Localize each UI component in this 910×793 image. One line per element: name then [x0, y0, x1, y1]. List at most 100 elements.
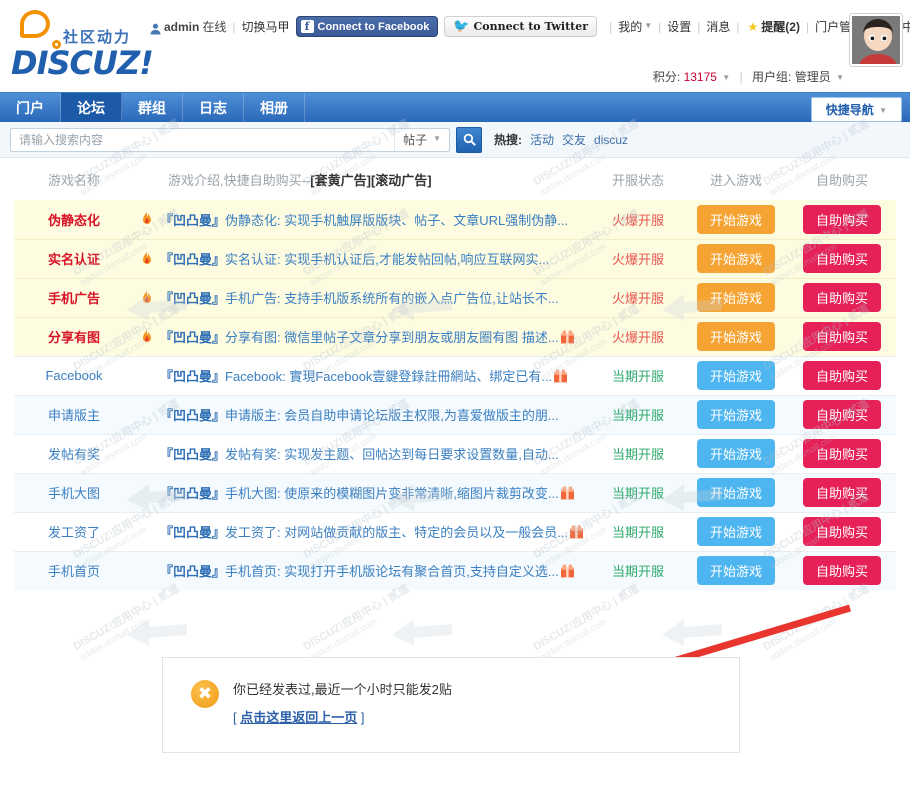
start-game-button[interactable]: 开始游戏: [697, 244, 775, 273]
back-to-previous-page-link[interactable]: 点击这里返回上一页: [240, 710, 357, 725]
connect-twitter-button[interactable]: 🐦 Connect to Twitter: [444, 16, 597, 37]
cell-game-name[interactable]: 手机广告: [14, 278, 134, 317]
cell-game-name[interactable]: 发工资了: [14, 512, 134, 551]
start-game-button[interactable]: 开始游戏: [697, 283, 775, 312]
game-name-link[interactable]: 手机广告: [48, 291, 100, 306]
chevron-down-icon[interactable]: ▼: [722, 73, 730, 82]
self-purchase-button[interactable]: 自助购买: [803, 283, 881, 312]
cell-game-name[interactable]: 手机首页: [14, 551, 134, 590]
table-row[interactable]: 申请版主 『凹凸曼』申请版主: 会员自助申请论坛版主权限,为喜爱做版主的朋... 当…: [14, 395, 896, 434]
status-badge: 当期开服: [612, 408, 664, 423]
quick-nav-button[interactable]: 快捷导航 ▼: [811, 97, 902, 122]
cell-description[interactable]: 『凹凸曼』手机大图: 使原来的模糊图片变非常清晰,缩图片裁剪改变...: [160, 473, 592, 512]
cell-flame: [134, 239, 160, 278]
score-label: 积分:: [653, 70, 680, 84]
nav-item-0[interactable]: 门户: [0, 93, 61, 122]
game-name-link[interactable]: 发帖有奖: [48, 447, 100, 462]
cell-game-name[interactable]: 发帖有奖: [14, 434, 134, 473]
start-game-button[interactable]: 开始游戏: [697, 361, 775, 390]
hot-item-2[interactable]: discuz: [594, 133, 628, 147]
gift-icon: [560, 330, 575, 344]
cell-game-name[interactable]: 伪静态化: [14, 200, 134, 239]
game-list-table: 游戏名称 游戏介绍,快捷自助购买--[套黄广告][滚动广告] 开服状态 进入游戏…: [14, 158, 896, 590]
watermark-line1: DISCUZ!应用中心 | 贰道: [532, 583, 642, 653]
game-name-link[interactable]: 申请版主: [48, 408, 100, 423]
cell-description[interactable]: 『凹凸曼』手机首页: 实现打开手机版论坛有聚合首页,支持自定义选...: [160, 551, 592, 590]
start-game-button[interactable]: 开始游戏: [697, 205, 775, 234]
nav-item-1[interactable]: 论坛: [61, 93, 122, 122]
self-purchase-button[interactable]: 自助购买: [803, 439, 881, 468]
username-label: admin: [164, 20, 199, 34]
chevron-down-icon[interactable]: ▼: [836, 73, 844, 82]
cell-description[interactable]: 『凹凸曼』实名认证: 实现手机认证后,才能发帖回帖,响应互联网实...: [160, 239, 592, 278]
watermark-line1: DISCUZ!应用中心 | 贰道: [72, 583, 182, 653]
cell-play: 开始游戏: [684, 473, 788, 512]
cell-description[interactable]: 『凹凸曼』分享有图: 微信里帖子文章分享到朋友或朋友圈有图 描述...: [160, 317, 592, 356]
self-purchase-button[interactable]: 自助购买: [803, 205, 881, 234]
cell-description[interactable]: 『凹凸曼』发工资了: 对网站做贡献的版主、特定的会员以及一般会员...: [160, 512, 592, 551]
cell-play: 开始游戏: [684, 200, 788, 239]
self-purchase-button[interactable]: 自助购买: [803, 400, 881, 429]
cell-flame: [134, 512, 160, 551]
settings-link[interactable]: 设置: [667, 18, 691, 35]
avatar[interactable]: [850, 14, 902, 66]
search-button[interactable]: [456, 127, 482, 153]
discuz-logo[interactable]: 社区动力 DISCUZ!: [8, 8, 148, 80]
cell-description[interactable]: 『凹凸曼』Facebook: 實現Facebook壹鍵登錄註冊網站、绑定已有..…: [160, 356, 592, 395]
self-purchase-button[interactable]: 自助购买: [803, 244, 881, 273]
switch-account-link[interactable]: 切换马甲: [241, 18, 289, 35]
self-purchase-button[interactable]: 自助购买: [803, 322, 881, 351]
col-header-desc: 游戏介绍,快捷自助购买--[套黄广告][滚动广告]: [160, 158, 592, 200]
nav-item-4[interactable]: 相册: [244, 93, 305, 122]
cell-description[interactable]: 『凹凸曼』申请版主: 会员自助申请论坛版主权限,为喜爱做版主的朋...: [160, 395, 592, 434]
my-menu-link[interactable]: 我的: [618, 18, 642, 35]
hot-item-0[interactable]: 活动: [530, 131, 554, 148]
status-badge: 火爆开服: [612, 252, 664, 267]
cell-game-name[interactable]: Facebook: [14, 356, 134, 395]
status-badge: 当期开服: [612, 564, 664, 579]
messages-link[interactable]: 消息: [706, 18, 730, 35]
self-purchase-button[interactable]: 自助购买: [803, 556, 881, 585]
game-name-link[interactable]: 伪静态化: [48, 213, 100, 228]
start-game-button[interactable]: 开始游戏: [697, 322, 775, 351]
game-name-link[interactable]: 发工资了: [48, 525, 100, 540]
search-input[interactable]: [11, 129, 394, 151]
self-purchase-button[interactable]: 自助购买: [803, 478, 881, 507]
self-purchase-button[interactable]: 自助购买: [803, 361, 881, 390]
game-name-link[interactable]: Facebook: [45, 368, 102, 383]
game-name-link[interactable]: 实名认证: [48, 252, 100, 267]
table-row[interactable]: 手机大图『凹凸曼』手机大图: 使原来的模糊图片变非常清晰,缩图片裁剪改变...当…: [14, 473, 896, 512]
connect-facebook-button[interactable]: f Connect to Facebook: [296, 16, 439, 37]
game-name-link[interactable]: 手机首页: [48, 564, 100, 579]
cell-game-name[interactable]: 实名认证: [14, 239, 134, 278]
table-row[interactable]: 发工资了『凹凸曼』发工资了: 对网站做贡献的版主、特定的会员以及一般会员...当…: [14, 512, 896, 551]
search-box[interactable]: 帖子 ▼: [10, 128, 450, 152]
table-row[interactable]: 发帖有奖『凹凸曼』发帖有奖: 实现发主题、回帖达到每日要求设置数量,自动...当…: [14, 434, 896, 473]
nav-item-3[interactable]: 日志: [183, 93, 244, 122]
game-name-link[interactable]: 手机大图: [48, 486, 100, 501]
game-name-link[interactable]: 分享有图: [48, 330, 100, 345]
start-game-button[interactable]: 开始游戏: [697, 400, 775, 429]
hot-item-1[interactable]: 交友: [562, 131, 586, 148]
start-game-button[interactable]: 开始游戏: [697, 439, 775, 468]
table-row[interactable]: 伪静态化 『凹凸曼』伪静态化: 实现手机触屏版版块、帖子、文章URL强制伪静...…: [14, 200, 896, 239]
table-row[interactable]: 手机广告『凹凸曼』手机广告: 支持手机版系统所有的嵌入点广告位,让站长不...火…: [14, 278, 896, 317]
cell-description[interactable]: 『凹凸曼』手机广告: 支持手机版系统所有的嵌入点广告位,让站长不...: [160, 278, 592, 317]
flame-icon: [140, 291, 154, 306]
notifications-link[interactable]: 提醒(2): [761, 18, 800, 35]
cell-game-name[interactable]: 申请版主: [14, 395, 134, 434]
cell-description[interactable]: 『凹凸曼』发帖有奖: 实现发主题、回帖达到每日要求设置数量,自动...: [160, 434, 592, 473]
table-row[interactable]: 手机首页 『凹凸曼』手机首页: 实现打开手机版论坛有聚合首页,支持自定义选... 当…: [14, 551, 896, 590]
cell-description[interactable]: 『凹凸曼』伪静态化: 实现手机触屏版版块、帖子、文章URL强制伪静...: [160, 200, 592, 239]
nav-item-2[interactable]: 群组: [122, 93, 183, 122]
search-type-select[interactable]: 帖子 ▼: [394, 129, 449, 151]
table-row[interactable]: 实名认证 『凹凸曼』实名认证: 实现手机认证后,才能发帖回帖,响应互联网实... 火…: [14, 239, 896, 278]
table-row[interactable]: Facebook 『凹凸曼』Facebook: 實現Facebook壹鍵登錄註冊網…: [14, 356, 896, 395]
cell-game-name[interactable]: 分享有图: [14, 317, 134, 356]
start-game-button[interactable]: 开始游戏: [697, 478, 775, 507]
start-game-button[interactable]: 开始游戏: [697, 556, 775, 585]
self-purchase-button[interactable]: 自助购买: [803, 517, 881, 546]
table-row[interactable]: 分享有图『凹凸曼』分享有图: 微信里帖子文章分享到朋友或朋友圈有图 描述...火…: [14, 317, 896, 356]
start-game-button[interactable]: 开始游戏: [697, 517, 775, 546]
cell-game-name[interactable]: 手机大图: [14, 473, 134, 512]
